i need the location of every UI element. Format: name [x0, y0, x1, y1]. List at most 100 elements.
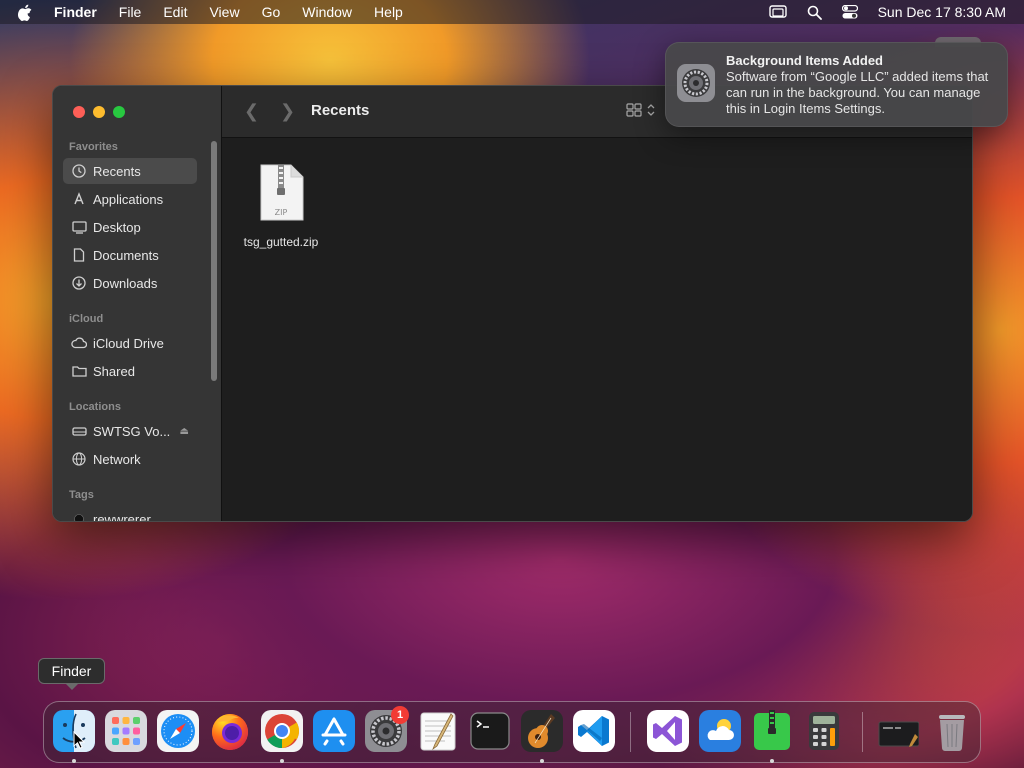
- sidebar-item-label: Desktop: [93, 219, 141, 235]
- dock-app-store[interactable]: [313, 710, 355, 752]
- dock-firefox[interactable]: [209, 710, 251, 752]
- control-center-icon[interactable]: [841, 5, 858, 19]
- download-icon: [71, 275, 87, 291]
- menu-app-finder[interactable]: Finder: [54, 4, 97, 20]
- sidebar-item-shared[interactable]: Shared: [63, 358, 197, 384]
- sidebar-item-label: Shared: [93, 363, 135, 379]
- sidebar-section-favorites: Favorites: [69, 141, 118, 153]
- finder-content: ❮ ❯ Recents ZIP tsg_gutted.zip: [222, 86, 972, 521]
- sidebar-item-label: SWTSG Vo...: [93, 423, 171, 439]
- sidebar-item-downloads[interactable]: Downloads: [63, 270, 197, 296]
- window-controls: [73, 106, 133, 118]
- applications-icon: [71, 191, 87, 207]
- dock-visual-studio[interactable]: [647, 710, 689, 752]
- sidebar-section-locations: Locations: [69, 401, 121, 413]
- dock-garageband[interactable]: [521, 710, 563, 752]
- menu-bar-clock[interactable]: Sun Dec 17 8:30 AM: [878, 4, 1006, 20]
- chrome-icon: [261, 710, 303, 752]
- menu-file[interactable]: File: [119, 4, 142, 20]
- app-store-icon: [313, 710, 355, 752]
- sidebar-item-label: Documents: [93, 247, 159, 263]
- apple-menu-icon[interactable]: [18, 0, 36, 24]
- globe-icon: [71, 451, 87, 467]
- grid-view-icon: [626, 103, 642, 117]
- icon-view-toggle[interactable]: [626, 103, 656, 117]
- finder-window: Favorites Recents Applications Desktop D…: [52, 85, 973, 522]
- close-window-button[interactable]: [73, 106, 85, 118]
- dock-calculator[interactable]: [803, 710, 845, 752]
- calculator-icon: [809, 712, 839, 750]
- minimize-window-button[interactable]: [93, 106, 105, 118]
- dock-trash[interactable]: [931, 710, 973, 752]
- menu-view[interactable]: View: [209, 4, 239, 20]
- forward-button[interactable]: ❯: [280, 101, 295, 122]
- archive-utility-icon: [754, 710, 790, 750]
- sidebar-item-label: Applications: [93, 191, 164, 207]
- finder-sidebar: Favorites Recents Applications Desktop D…: [53, 86, 222, 521]
- sidebar-item-documents[interactable]: Documents: [63, 242, 197, 268]
- weather-icon: [699, 710, 741, 752]
- sidebar-item-tag[interactable]: rewwrerer: [63, 506, 197, 522]
- notification-body: Software from “Google LLC” added items t…: [726, 69, 989, 116]
- sidebar-item-applications[interactable]: Applications: [63, 186, 197, 212]
- running-indicator: [540, 759, 544, 763]
- dock-chrome[interactable]: [261, 710, 303, 752]
- menu-go[interactable]: Go: [262, 4, 281, 20]
- dock-textedit[interactable]: [417, 710, 459, 752]
- file-name: tsg_gutted.zip: [243, 235, 319, 249]
- running-indicator: [72, 759, 76, 763]
- dock-vscode[interactable]: [573, 710, 615, 752]
- menu-bar: Finder File Edit View Go Window Help Sun…: [0, 0, 1024, 24]
- sidebar-item-label: rewwrerer: [93, 511, 151, 522]
- dock-archive-utility[interactable]: [751, 710, 793, 752]
- launchpad-icon: [105, 710, 147, 752]
- shared-folder-icon: [71, 363, 87, 379]
- back-button[interactable]: ❮: [244, 101, 259, 122]
- sidebar-scrollbar[interactable]: [211, 141, 217, 381]
- desktop-icon: [71, 219, 87, 235]
- file-item[interactable]: ZIP tsg_gutted.zip: [236, 164, 326, 249]
- system-settings-gear-icon: [677, 64, 715, 107]
- zoom-window-button[interactable]: [113, 106, 125, 118]
- notification-banner[interactable]: Background Items Added Software from “Go…: [665, 42, 1008, 127]
- dock-separator: [862, 712, 863, 752]
- sidebar-item-label: Recents: [93, 163, 141, 179]
- menu-edit[interactable]: Edit: [163, 4, 187, 20]
- window-title: Recents: [311, 102, 370, 119]
- running-indicator: [280, 759, 284, 763]
- dock-safari[interactable]: [157, 710, 199, 752]
- dock: 1: [43, 701, 981, 763]
- spotlight-search-icon[interactable]: [807, 5, 822, 20]
- sidebar-item-volume[interactable]: SWTSG Vo... ⏏: [63, 418, 197, 444]
- visual-studio-icon: [647, 710, 689, 752]
- document-icon: [71, 247, 87, 263]
- screen-mirroring-icon[interactable]: [768, 5, 787, 19]
- safari-icon: [157, 710, 199, 752]
- terminal-icon: [470, 712, 510, 750]
- firefox-icon: [212, 714, 248, 750]
- dock-downloads-stack[interactable]: [877, 710, 919, 752]
- sidebar-item-label: Network: [93, 451, 141, 467]
- trash-icon: [939, 715, 965, 751]
- cloud-icon: [71, 335, 87, 351]
- sidebar-item-network[interactable]: Network: [63, 446, 197, 472]
- sidebar-item-desktop[interactable]: Desktop: [63, 214, 197, 240]
- menu-window[interactable]: Window: [302, 4, 352, 20]
- dock-terminal[interactable]: [469, 710, 511, 752]
- menu-help[interactable]: Help: [374, 4, 403, 20]
- dock-tooltip: Finder: [38, 658, 105, 684]
- dock-launchpad[interactable]: [105, 710, 147, 752]
- sidebar-item-recents[interactable]: Recents: [63, 158, 197, 184]
- tag-dot-icon: [71, 511, 87, 521]
- running-indicator: [770, 759, 774, 763]
- dock-weather[interactable]: [699, 710, 741, 752]
- notification-title: Background Items Added: [726, 53, 883, 68]
- eject-icon[interactable]: ⏏: [180, 426, 189, 437]
- vscode-icon: [573, 710, 615, 752]
- notification-badge: 1: [391, 706, 409, 724]
- sidebar-item-icloud-drive[interactable]: iCloud Drive: [63, 330, 197, 356]
- garageband-icon: [521, 710, 563, 752]
- file-kind-label: ZIP: [275, 208, 288, 217]
- downloads-stack-icon: [878, 721, 919, 747]
- sidebar-item-label: Downloads: [93, 275, 158, 291]
